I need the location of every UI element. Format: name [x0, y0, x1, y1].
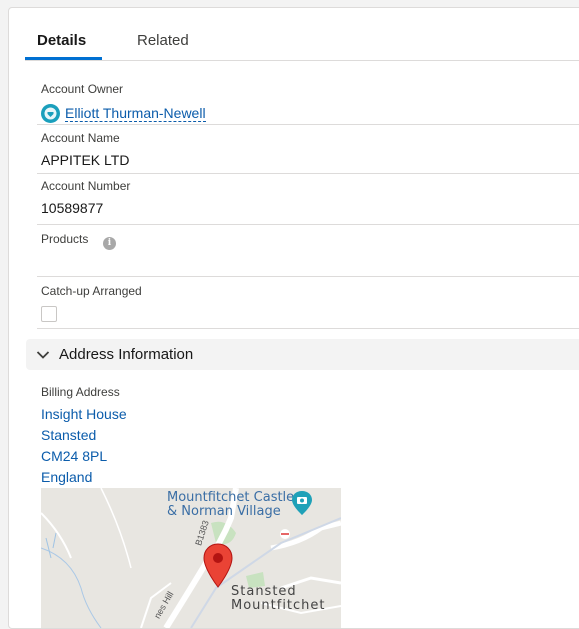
town-name-line: Mountfitchet: [231, 598, 326, 613]
tab-related[interactable]: Related: [137, 32, 189, 49]
field-catch-up-arranged: Catch-up Arranged: [37, 277, 579, 329]
field-account-name: Account Name APPITEK LTD: [37, 125, 579, 174]
location-map[interactable]: B1383 nes Hill Mountfitchet Castle & Nor…: [41, 488, 341, 628]
billing-address-line[interactable]: CM24 8PL: [41, 448, 107, 464]
town-name-line: Stansted: [231, 584, 297, 599]
account-number-value: 10589877: [41, 200, 104, 216]
billing-address-line[interactable]: England: [41, 469, 92, 485]
user-avatar-icon: [41, 104, 60, 123]
tab-bar: Details Related: [25, 8, 579, 61]
billing-address-line[interactable]: Insight House: [41, 406, 127, 422]
chevron-down-icon: [36, 348, 50, 366]
tab-details[interactable]: Details: [37, 32, 86, 49]
account-owner-link[interactable]: Elliott Thurman-Newell: [65, 105, 206, 122]
products-label: Products: [41, 232, 89, 246]
account-name-label: Account Name: [41, 131, 120, 145]
poi-name-line: & Norman Village: [167, 504, 281, 519]
field-products: Products i: [37, 225, 579, 277]
active-tab-indicator: [25, 57, 102, 60]
record-detail-card: Details Related Account Owner Elliott Th…: [8, 7, 579, 629]
field-account-owner: Account Owner Elliott Thurman-Newell: [37, 78, 579, 125]
address-section-header[interactable]: Address Information: [26, 339, 579, 370]
catch-up-checkbox[interactable]: [41, 306, 57, 322]
billing-address-line[interactable]: Stansted: [41, 427, 96, 443]
account-number-label: Account Number: [41, 179, 131, 193]
poi-name-line: Mountfitchet Castle: [167, 490, 295, 505]
account-name-value: APPITEK LTD: [41, 152, 130, 168]
billing-address-label: Billing Address: [41, 385, 120, 399]
account-owner-label: Account Owner: [41, 82, 124, 96]
map-town-label: Stansted Mountfitchet: [231, 585, 326, 613]
field-account-number: Account Number 10589877: [37, 174, 579, 225]
info-icon[interactable]: i: [103, 237, 116, 250]
section-title: Address Information: [59, 346, 194, 363]
map-poi-label: Mountfitchet Castle & Norman Village: [167, 491, 294, 519]
catch-up-label: Catch-up Arranged: [41, 284, 142, 298]
